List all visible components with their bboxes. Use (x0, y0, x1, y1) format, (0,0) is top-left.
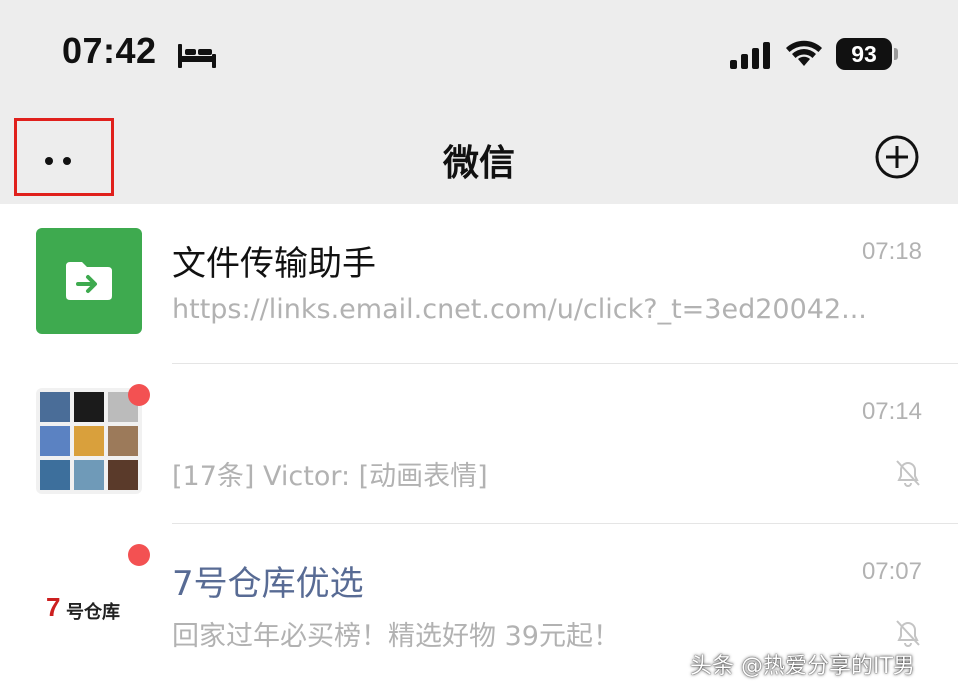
mute-bell-icon (896, 620, 920, 647)
group-avatar (36, 388, 142, 494)
battery-icon: 93 (836, 38, 898, 70)
nav-bar: 微信 (0, 108, 958, 204)
chat-name: 文件传输助手 (172, 244, 376, 284)
status-time: 07:42 (62, 30, 157, 71)
add-circle-icon[interactable] (874, 134, 920, 180)
chat-list: 文件传输助手 07:18 https://links.email.cnet.co… (0, 204, 958, 684)
brand-logo: 7 号仓库 (36, 548, 142, 654)
chat-preview: [17条] Victor: [动画表情] (172, 461, 488, 492)
chat-name: 7号仓库优选 (172, 564, 364, 604)
chat-item-file-transfer[interactable]: 文件传输助手 07:18 https://links.email.cnet.co… (0, 204, 958, 364)
mute-bell-icon (896, 460, 920, 487)
status-bar: 07:42 93 (0, 0, 958, 108)
chat-time: 07:14 (861, 398, 922, 425)
chat-time: 07:07 (861, 558, 922, 585)
unread-dot (128, 384, 150, 406)
cellular-signal-icon (730, 42, 770, 69)
chat-preview: https://links.email.cnet.com/u/click?_t=… (172, 294, 867, 325)
watermark: 头条 @热爱分享的IT男 (690, 654, 915, 679)
unread-dot (128, 544, 150, 566)
brand-text: 号仓库 (66, 602, 120, 623)
chat-item-group[interactable]: 07:14 [17条] Victor: [动画表情] (0, 364, 958, 524)
bed-icon (178, 44, 216, 68)
file-transfer-icon (66, 262, 112, 300)
battery-level: 93 (836, 38, 892, 70)
chat-time: 07:18 (861, 238, 922, 265)
brand-number: 7 (46, 592, 61, 622)
page-title: 微信 (442, 143, 515, 184)
avatar (36, 228, 142, 334)
battery-tip (894, 48, 898, 60)
wifi-icon (786, 40, 822, 66)
